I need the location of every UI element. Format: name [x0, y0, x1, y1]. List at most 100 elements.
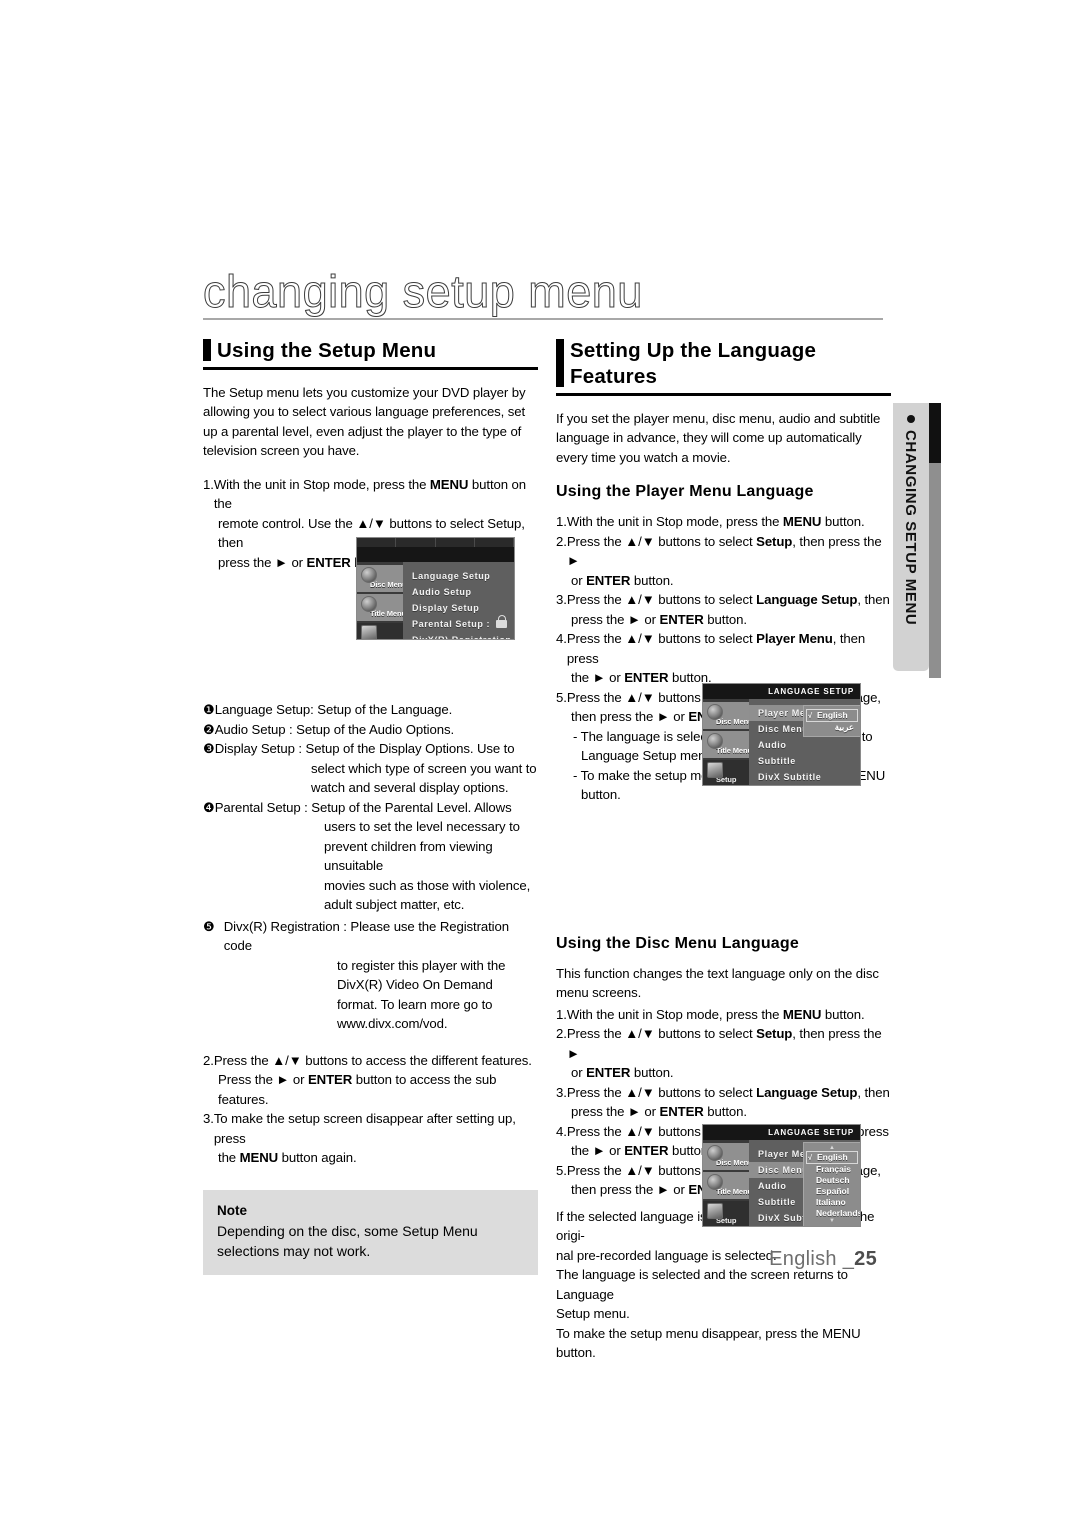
osd-main: Disc Menu Title Menu Setup Player Menu D… [703, 1140, 860, 1226]
osd-row-label: Disc Menu [758, 724, 809, 734]
osd-sidebar-item-setup[interactable]: Setup [703, 1201, 749, 1226]
disc-icon [707, 1174, 723, 1190]
step-text: or [289, 1072, 308, 1087]
step-marker: 1. [556, 514, 567, 529]
osd-menu-row-parental-setup[interactable]: Parental Setup : ► [403, 615, 514, 632]
osd-menu-list: Player Menu Disc Menu Audio Subtitle Div… [749, 1140, 860, 1226]
osd-row-label: DivX(R) Registration [412, 635, 512, 640]
right-arrow-icon: ► [276, 1072, 290, 1087]
osd-language-option-deutsch[interactable]: Deutsch [806, 1175, 858, 1186]
down-arrow-icon: ▼ [288, 1052, 302, 1068]
list-item: ❷ Audio Setup : Setup of the Audio Optio… [203, 720, 538, 740]
bullet-3-icon: ❸ [203, 741, 215, 756]
disc-icon [707, 1145, 723, 1161]
section-heading-using-setup-menu: Using the Setup Menu [203, 338, 538, 364]
osd-language-option-italiano[interactable]: Italiano [806, 1197, 858, 1208]
osd-language-popup: English عربية [803, 705, 860, 737]
step-text: Press the [566, 689, 626, 705]
osd-sidebar-item-disc-menu[interactable]: Disc Menu [703, 1143, 753, 1170]
step-text: Press the [566, 1162, 626, 1178]
osd-screenshot-language-setup-player-menu: LANGUAGE SETUP Disc Menu Title Menu Setu… [702, 683, 861, 786]
note-text: Depending on the disc, some Setup Menu s… [217, 1222, 478, 1259]
outro-line: Setup menu. [556, 1306, 630, 1321]
page-footer: English _25 [769, 1248, 877, 1271]
osd-language-option-espanol[interactable]: Español [806, 1186, 858, 1197]
osd-main: Disc Menu Title Menu Setup Player Menu D… [703, 699, 860, 785]
step-marker: 5. [556, 689, 567, 705]
step-text: button. [821, 1006, 865, 1022]
osd-language-option-francais[interactable]: Français [806, 1164, 858, 1175]
enter-keyword: ENTER [307, 1072, 353, 1087]
menu-keyword: MENU [239, 1150, 279, 1165]
step-text: buttons to access the different features… [301, 1052, 532, 1068]
disc-icon [707, 733, 723, 749]
osd-screenshot-setup-menu: Disc Menu Title Menu Setup Language Setu… [356, 537, 515, 640]
osd-language-option-english[interactable]: English [806, 1151, 858, 1164]
step-text: or [571, 1065, 587, 1080]
enter-keyword: ENTER [624, 1143, 669, 1158]
step-text: buttons to select [654, 592, 757, 607]
osd-language-popup: ▲ English Français Deutsch Español Itali… [803, 1142, 860, 1226]
disc-intro-line: This function changes the text language … [556, 965, 879, 981]
chapter-side-tab-text-container: CHANGING SETUP MENU [893, 403, 929, 671]
osd-menu-row-audio[interactable]: Audio [749, 737, 860, 753]
step-text: Press the [566, 592, 626, 607]
osd-language-option-english[interactable]: English [806, 709, 858, 722]
enter-keyword: ENTER [659, 1104, 704, 1119]
osd-titlebar: LANGUAGE SETUP [703, 684, 860, 699]
step-text: then press the ► or [571, 1182, 689, 1197]
list-item-continuation: DivX(R) Video On Demand [337, 977, 493, 992]
osd-sidebar-item-title-menu[interactable]: Title Menu [703, 1172, 752, 1199]
osd-title-label: LANGUAGE SETUP [768, 687, 854, 696]
osd-language-option-arabic[interactable]: عربية [806, 722, 858, 733]
osd-row-label: Audio [758, 740, 787, 750]
enter-keyword: ENTER [586, 572, 631, 588]
step-marker: 3. [556, 592, 567, 607]
osd-titlebar [357, 547, 514, 562]
step-marker: 5. [556, 1162, 567, 1178]
osd-menu-row-subtitle[interactable]: Subtitle [749, 753, 860, 769]
list-item: ❶ Language Setup: Setup of the Language. [203, 700, 538, 720]
osd-language-option-nederlands[interactable]: Nederlands [806, 1208, 860, 1219]
up-down-arrow-icon: ▲/▼ [625, 631, 655, 646]
osd-screenshot-language-setup-disc-menu: LANGUAGE SETUP Disc Menu Title Menu Setu… [702, 1124, 861, 1227]
intro-paragraph: The Setup menu lets you customize your D… [203, 384, 526, 459]
step-text: Press the [566, 533, 626, 549]
osd-sidebar-item-title-menu[interactable]: Title Menu [703, 731, 752, 758]
step-text: the ► or [571, 1143, 625, 1158]
step-text: or [287, 554, 307, 570]
enter-keyword: ENTER [306, 554, 351, 570]
scroll-down-icon[interactable]: ▼ [806, 1218, 858, 1224]
osd-sidebar-item-title-menu[interactable]: Title Menu [357, 594, 406, 621]
list-item-label: Language Setup: Setup of the Language. [214, 702, 453, 717]
osd-sidebar-item-setup[interactable]: Setup [703, 760, 749, 785]
osd-menu-row-divx-registration[interactable]: DivX(R) Registration ► [403, 632, 514, 640]
osd-sidebar-item-disc-menu[interactable]: Disc Menu [703, 702, 753, 729]
list-item-label: Parental Setup : Setup of the Parental L… [214, 799, 512, 815]
step-text: To make the setup screen disappear after… [213, 1111, 516, 1146]
chapter-side-tab-label: CHANGING SETUP MENU [902, 430, 920, 626]
list-item: ❺ Divx(R) Registration : Please use the … [203, 917, 538, 956]
step-text: press the ► or [571, 1104, 660, 1119]
menu-keyword: MENU [782, 514, 822, 529]
setup-keyword: Setup [756, 533, 793, 549]
osd-menu-row-language-setup[interactable]: Language Setup ► [403, 568, 514, 584]
setup-icon [707, 1203, 723, 1219]
osd-menu-row-display-setup[interactable]: Display Setup ► [403, 600, 514, 616]
osd-menu-row-divx-subtitle[interactable]: DivX Subtitle [749, 769, 860, 785]
step-text: With the unit in Stop mode, press the [566, 1006, 783, 1022]
bullet-2-icon: ❷ [203, 721, 215, 737]
step-marker: 3. [556, 1084, 567, 1100]
list-item: ❹ Parental Setup : Setup of the Parental… [203, 798, 538, 818]
bullet-4-icon: ❹ [203, 799, 215, 815]
osd-sidebar-item-disc-menu[interactable]: Disc Menu [357, 565, 407, 592]
up-arrow-icon: ▲ [356, 515, 370, 531]
list-item-continuation: select which type of screen you want to [311, 760, 537, 776]
osd-sidebar-item-setup[interactable]: Setup [357, 623, 403, 639]
enter-keyword: ENTER [586, 1065, 631, 1080]
osd-row-label: Audio [758, 1181, 787, 1191]
osd-row-label: Subtitle [758, 756, 796, 766]
menu-keyword: MENU [429, 476, 469, 492]
osd-menu-row-audio-setup[interactable]: Audio Setup ► [403, 584, 514, 600]
up-down-arrow-icon: ▲/▼ [625, 1123, 655, 1139]
